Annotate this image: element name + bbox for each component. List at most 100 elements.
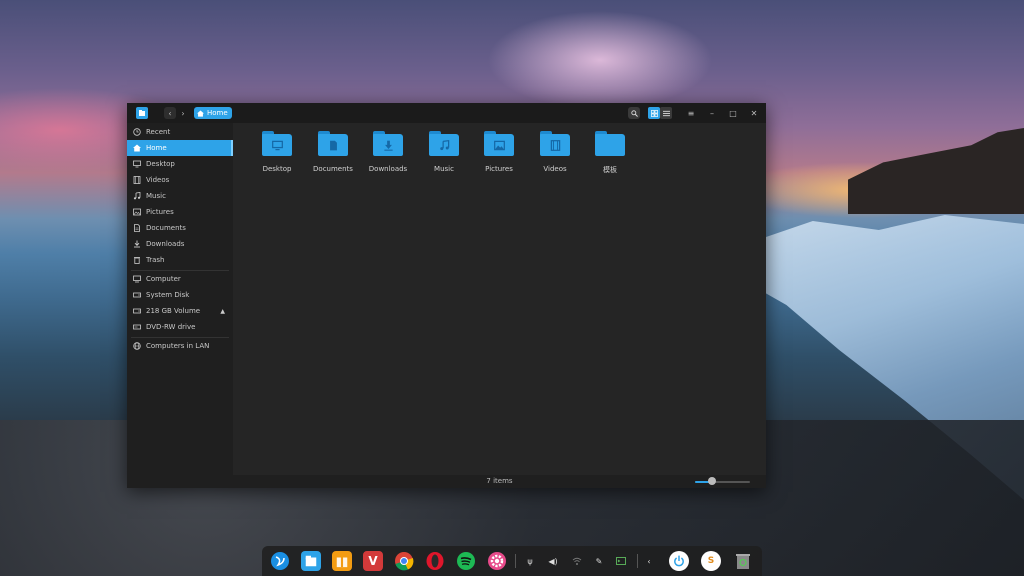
dock-divider: [637, 554, 638, 568]
menu-button[interactable]: ≡: [684, 107, 698, 119]
folder-documents[interactable]: Documents: [313, 131, 353, 181]
sidebar-item-label: 218 GB Volume: [146, 307, 201, 315]
sidebar-item-desktop[interactable]: Desktop: [127, 156, 233, 172]
zoom-slider[interactable]: [695, 481, 750, 483]
icon-view-button[interactable]: [648, 107, 660, 119]
title-bar: ‹ › Home ≡ – □ ✕: [127, 103, 766, 123]
input-method-button[interactable]: S: [701, 551, 721, 571]
sidebar-item-system-disk[interactable]: System Disk: [127, 287, 233, 303]
download-icon: [133, 240, 141, 248]
breadcrumb-label: Home: [207, 109, 228, 117]
sidebar-item-trash[interactable]: Trash: [127, 252, 233, 268]
trash-icon: [133, 256, 141, 264]
template-icon: [595, 134, 625, 156]
opera-button[interactable]: [425, 551, 445, 571]
pen-button[interactable]: ✎: [594, 556, 604, 566]
sidebar-item-home[interactable]: Home: [127, 140, 233, 156]
home-icon: [197, 109, 204, 117]
back-button[interactable]: ‹: [164, 107, 176, 119]
sidebar-item-218gb-volume[interactable]: 218 GB Volume ▲: [127, 303, 233, 319]
opera-icon: [426, 552, 444, 570]
folder-label: Pictures: [485, 165, 513, 173]
volume-icon: ◀): [548, 556, 558, 566]
vivaldi-button[interactable]: V: [363, 551, 383, 571]
sidebar-item-label: Computer: [146, 275, 181, 283]
folder-pictures[interactable]: Pictures: [479, 131, 519, 181]
sidebar-item-pictures[interactable]: Pictures: [127, 204, 233, 220]
expand-tray-button[interactable]: ‹: [644, 556, 654, 566]
sidebar-item-label: Desktop: [146, 160, 175, 168]
sidebar-item-label: Downloads: [146, 240, 185, 248]
wallpaper-cliff: [848, 128, 1024, 214]
grid-icon: [650, 109, 658, 117]
item-count: 7 items: [486, 477, 513, 485]
sidebar-item-recent[interactable]: Recent: [127, 124, 233, 140]
clock-icon: [133, 128, 141, 136]
folder-label: 模板: [603, 166, 617, 174]
hamburger-icon: ≡: [687, 108, 695, 118]
folder-templates[interactable]: 模板: [590, 131, 630, 181]
search-button[interactable]: [628, 107, 640, 119]
folder-desktop[interactable]: Desktop: [257, 131, 297, 181]
launcher-button[interactable]: [270, 551, 290, 571]
launcher-icon: [271, 552, 289, 570]
terminal-button[interactable]: [616, 556, 626, 566]
file-manager-button[interactable]: [301, 551, 321, 571]
disk-icon: [133, 291, 141, 299]
usb-icon: ψ: [527, 556, 533, 566]
breadcrumb[interactable]: Home: [194, 107, 232, 119]
chrome-button[interactable]: [394, 551, 414, 571]
image-icon: [493, 140, 505, 150]
sidebar-item-label: Pictures: [146, 208, 174, 216]
folder-label: Videos: [543, 165, 567, 173]
document-icon: [133, 224, 141, 232]
eject-icon[interactable]: ▲: [220, 308, 225, 315]
maximize-icon: □: [729, 108, 737, 118]
sidebar-item-music[interactable]: Music: [127, 188, 233, 204]
download-icon: [383, 140, 393, 151]
spotify-button[interactable]: [456, 551, 476, 571]
sidebar-item-label: Videos: [146, 176, 170, 184]
optical-drive-icon: [133, 323, 141, 331]
usb-button[interactable]: ψ: [525, 556, 535, 566]
forward-button[interactable]: ›: [177, 107, 189, 119]
power-button[interactable]: [669, 551, 689, 571]
app-store-icon: [336, 557, 348, 568]
sidebar-item-downloads[interactable]: Downloads: [127, 236, 233, 252]
pen-icon: ✎: [595, 556, 603, 566]
volume-button[interactable]: ◀): [548, 556, 558, 566]
close-button[interactable]: ✕: [747, 107, 761, 119]
folder-music[interactable]: Music: [424, 131, 464, 181]
settings-button[interactable]: [487, 551, 507, 571]
spotify-icon: [457, 552, 475, 570]
wifi-button[interactable]: [572, 556, 582, 566]
dock: V ψ ◀) ✎ ‹ S: [262, 546, 762, 576]
sidebar-item-label: Documents: [146, 224, 186, 232]
sidebar-item-videos[interactable]: Videos: [127, 172, 233, 188]
chevron-left-icon: ‹: [647, 556, 651, 566]
sidebar-item-computers-in-lan[interactable]: Computers in LAN: [127, 338, 233, 354]
terminal-icon: [616, 557, 626, 565]
computer-icon: [133, 275, 141, 283]
maximize-button[interactable]: □: [726, 107, 740, 119]
minimize-icon: –: [710, 108, 714, 118]
list-view-button[interactable]: [660, 107, 672, 119]
sidebar-item-dvd-rw-drive[interactable]: DVD-RW drive: [127, 319, 233, 335]
dock-trash-button[interactable]: [733, 551, 753, 571]
sidebar: Recent Home Desktop Videos Music Picture…: [127, 123, 233, 488]
sidebar-item-label: DVD-RW drive: [146, 323, 196, 331]
settings-icon: [488, 552, 506, 570]
app-store-button[interactable]: [332, 551, 352, 571]
input-method-icon: S: [707, 556, 715, 566]
folder-videos[interactable]: Videos: [535, 131, 575, 181]
image-icon: [133, 208, 141, 216]
zoom-slider-handle[interactable]: [707, 477, 716, 485]
film-icon: [550, 139, 560, 151]
folder-downloads[interactable]: Downloads: [368, 131, 408, 181]
file-manager-logo-icon: [136, 107, 148, 119]
sidebar-item-documents[interactable]: Documents: [127, 220, 233, 236]
sidebar-item-computer[interactable]: Computer: [127, 271, 233, 287]
sidebar-item-label: Computers in LAN: [146, 342, 210, 350]
film-icon: [133, 176, 141, 184]
minimize-button[interactable]: –: [705, 107, 719, 119]
